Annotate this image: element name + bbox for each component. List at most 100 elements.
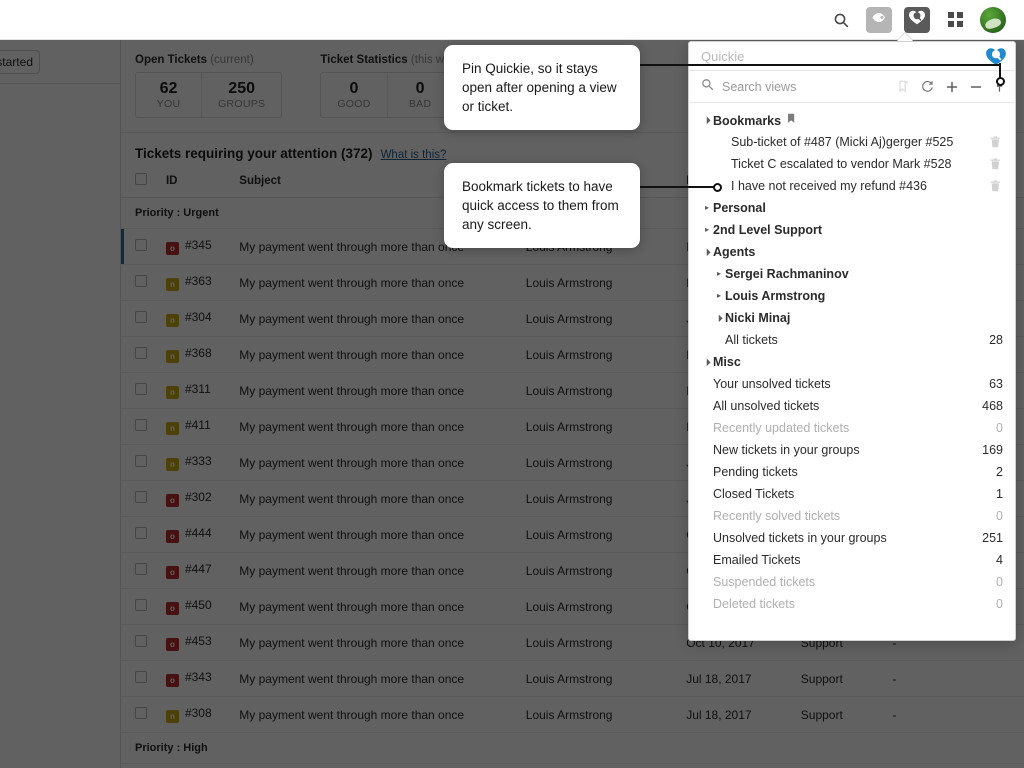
row-checkbox[interactable] [135,671,147,683]
ticket-requested: Jul 18, 2017 [680,696,795,733]
stat-value: 62 [159,80,178,97]
row-checkbox[interactable] [135,563,147,575]
plus-icon[interactable] [945,80,958,94]
row-checkbox[interactable] [135,419,147,431]
tree-group-row[interactable]: ◢ Agents [689,241,1015,263]
status-badge: o [165,494,179,507]
view-row[interactable]: Recently solved tickets 0 [689,505,1015,527]
row-checkbox[interactable] [135,599,147,611]
row-checkbox[interactable] [135,527,147,539]
row-checkbox[interactable] [135,311,147,323]
row-checkbox[interactable] [135,383,147,395]
view-row[interactable]: All tickets 28 [689,329,1015,351]
row-checkbox[interactable] [135,455,147,467]
status-badge: n [165,386,179,399]
ticket-requester: Louis Armstrong [519,516,681,553]
tree-item-label: 2nd Level Support [713,223,823,237]
refresh-icon[interactable] [921,80,934,94]
bookmark-row[interactable]: I have not received my refund #436 [689,175,1015,197]
callout-bookmark: Bookmark tickets to have quick access to… [444,163,640,248]
tree-group-row[interactable]: ▸ Personal [689,197,1015,219]
tree-group-row[interactable]: ▸ Sergei Rachmaninov [689,263,1015,285]
ticket-requester: Louis Armstrong [519,552,681,589]
chevron-right-icon[interactable]: ▸ [701,226,713,234]
status-badge: n [165,422,179,435]
row-checkbox[interactable] [135,635,147,647]
get-started-button[interactable]: Get started [0,50,40,74]
chevron-down-icon[interactable]: ◢ [700,355,713,368]
row-select-cell [121,552,160,589]
ticket-id: #444 [184,526,212,540]
ticket-id-cell: o #302 [159,480,234,517]
tree-group-row[interactable]: ▸ 2nd Level Support [689,219,1015,241]
bookmark-row[interactable]: Ticket C escalated to vendor Mark #528 [689,153,1015,175]
stat-cell: 0 GOOD [321,73,388,117]
row-checkbox[interactable] [135,347,147,359]
view-row[interactable]: Suspended tickets 0 [689,571,1015,593]
tree-group-row[interactable]: ◢ Nicki Minaj [689,307,1015,329]
apps-grid-glyph [947,12,963,27]
row-checkbox[interactable] [135,239,147,251]
quickie-toolbar-button[interactable] [904,6,930,33]
view-row[interactable]: Recently updated tickets 0 [689,417,1015,439]
column-header-id[interactable]: ID [159,171,234,198]
priority-group-row: Priority : High [121,732,1024,764]
delete-bookmark-icon[interactable] [990,135,1003,149]
minus-icon[interactable] [969,80,982,94]
quickie-panel: Quickie Search views ◢ Bookmarks Sub-tic… [688,41,1016,641]
search-icon[interactable] [828,7,854,33]
view-row[interactable]: Unsolved tickets in your groups 251 [689,527,1015,549]
bookmark-label: Ticket C escalated to vendor Mark #528 [731,157,952,171]
ticket-subject: My payment went through more than once [233,516,520,553]
what-is-this-link[interactable]: What is this? [381,149,447,161]
row-checkbox[interactable] [135,707,147,719]
toolbar-app-button[interactable] [866,6,892,33]
ticket-group: Support [794,696,887,733]
ticket-requester: Louis Armstrong [519,372,681,409]
chevron-right-icon[interactable]: ▸ [713,270,725,278]
ticket-requester: Louis Armstrong [519,264,681,301]
ticket-id-cell: o #447 [159,552,234,589]
status-badge: n [165,350,179,363]
view-row[interactable]: New tickets in your groups 169 [689,439,1015,461]
select-all-checkbox[interactable] [135,173,147,185]
ticket-id-cell: o#38 [159,763,234,768]
tree-group-row[interactable]: ◢ Bookmarks [689,109,1015,131]
chevron-down-icon[interactable]: ◢ [700,113,713,126]
ticket-requester: Louis Armstrong [519,696,681,733]
view-row[interactable]: Pending tickets 2 [689,461,1015,483]
search-input[interactable] [722,79,889,94]
delete-bookmark-icon[interactable] [990,179,1003,193]
table-row[interactable]: o#38Losing integrity in the containment … [121,763,1024,768]
quickie-views-tree: ◢ Bookmarks Sub-ticket of #487 (Micki Aj)g… [689,103,1015,640]
ticket-id-cell: n #304 [159,300,234,337]
row-checkbox[interactable] [135,491,147,503]
quickie-logo-icon [908,9,926,30]
view-row[interactable]: Your unsolved tickets 63 [689,373,1015,395]
row-select-cell [121,336,160,373]
view-row[interactable]: Closed Tickets 1 [689,483,1015,505]
avatar[interactable] [980,6,1006,33]
table-row[interactable]: o #343 My payment went through more than o… [121,660,1024,697]
apps-grid-icon[interactable] [942,7,968,33]
bookmark-add-icon[interactable] [897,80,910,94]
ticket-id: #311 [184,382,211,396]
select-all-header [121,171,160,198]
view-row[interactable]: All unsolved tickets 468 [689,395,1015,417]
stat-label: BAD [408,98,432,110]
tree-group-row[interactable]: ▸ Louis Armstrong [689,285,1015,307]
delete-bookmark-icon[interactable] [990,157,1003,171]
chevron-right-icon[interactable]: ▸ [713,292,725,300]
view-count: 169 [982,443,1003,457]
table-row[interactable]: n #308 My payment went through more than o… [121,696,1024,733]
tree-group-row[interactable]: ◢ Misc [689,351,1015,373]
chevron-down-icon[interactable]: ◢ [712,311,725,324]
row-checkbox[interactable] [135,275,147,287]
view-row[interactable]: Emailed Tickets 4 [689,549,1015,571]
view-count: 0 [996,597,1003,611]
tree-item-label: Emailed Tickets [713,553,801,567]
chevron-down-icon[interactable]: ◢ [700,245,713,258]
view-row[interactable]: Deleted tickets 0 [689,593,1015,615]
bookmark-row[interactable]: Sub-ticket of #487 (Micki Aj)gerger #525 [689,131,1015,153]
chevron-right-icon[interactable]: ▸ [701,204,713,212]
